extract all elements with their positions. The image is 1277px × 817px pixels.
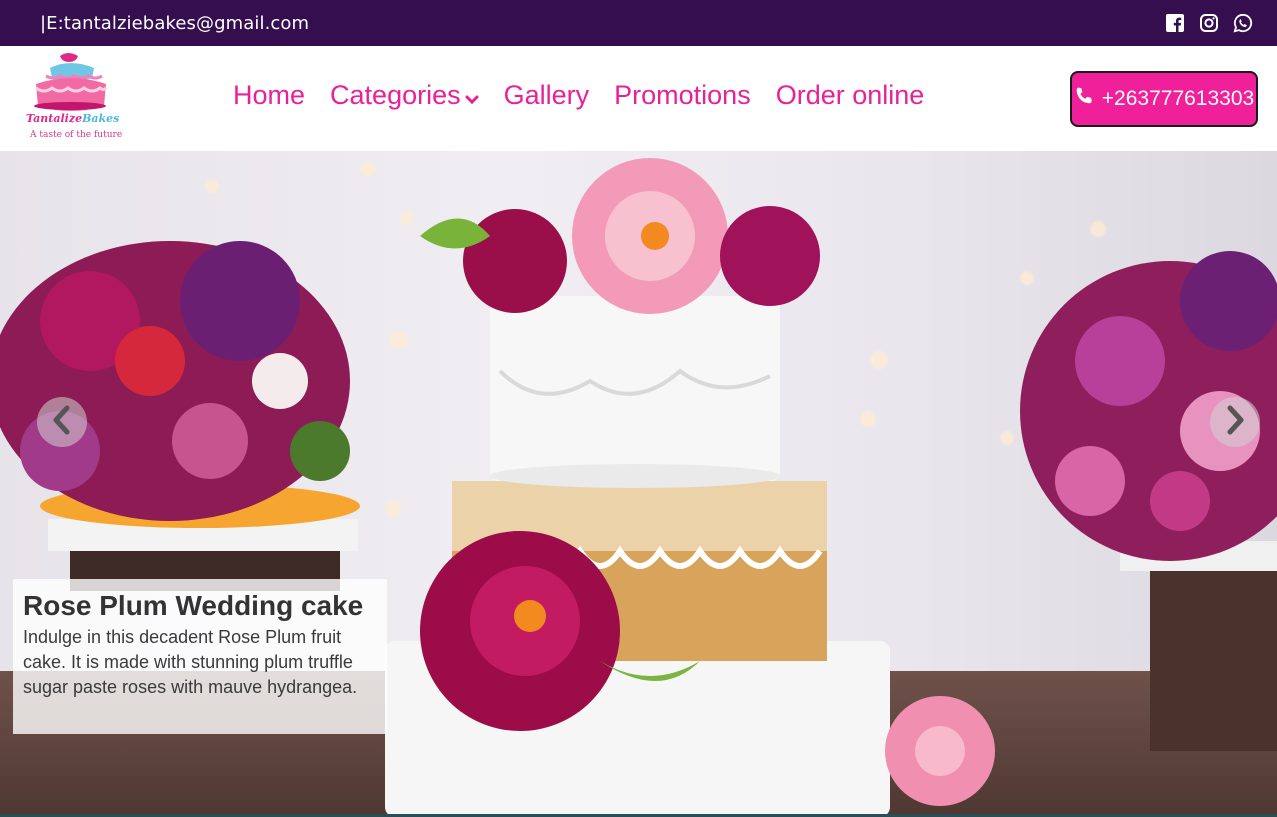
nav-gallery-label: Gallery bbox=[503, 80, 590, 110]
nav-home[interactable]: Home bbox=[233, 80, 305, 111]
site-logo[interactable]: TantalizeBakes A taste of the future bbox=[22, 48, 132, 146]
nav-categories[interactable]: Categories bbox=[330, 80, 479, 111]
instagram-icon[interactable] bbox=[1199, 13, 1219, 33]
main-nav: Home Categories Gallery Promotions Order… bbox=[233, 80, 949, 111]
phone-number: +263777613303 bbox=[1101, 87, 1255, 110]
logo-brand-part1: Tantalize bbox=[26, 112, 83, 125]
logo-brand-name: TantalizeBakes bbox=[26, 112, 119, 125]
logo-brand-part2: Bakes bbox=[82, 112, 120, 125]
chevron-down-icon bbox=[465, 95, 479, 105]
nav-promotions-label: Promotions bbox=[614, 80, 751, 110]
nav-home-label: Home bbox=[233, 80, 306, 110]
carousel-next-button[interactable] bbox=[1210, 397, 1260, 447]
site-header: TantalizeBakes A taste of the future Hom… bbox=[0, 46, 1277, 151]
logo-tagline: A taste of the future bbox=[30, 130, 123, 140]
facebook-icon[interactable] bbox=[1165, 13, 1185, 33]
whatsapp-icon[interactable] bbox=[1233, 13, 1253, 33]
hero-carousel: Rose Plum Wedding cake Indulge in this d… bbox=[0, 151, 1277, 817]
nav-gallery[interactable]: Gallery bbox=[504, 80, 590, 111]
slide-title: Rose Plum Wedding cake bbox=[23, 590, 364, 621]
nav-promotions[interactable]: Promotions bbox=[614, 80, 751, 111]
nav-categories-label: Categories bbox=[330, 80, 461, 110]
phone-call-button[interactable]: +263777613303 bbox=[1070, 71, 1258, 127]
nav-order-online[interactable]: Order online bbox=[776, 80, 925, 111]
top-bar: |E:tantalziebakes@gmail.com bbox=[0, 0, 1277, 46]
cake-logo-icon bbox=[34, 53, 108, 111]
social-links bbox=[1165, 13, 1253, 33]
chevron-left-icon bbox=[51, 405, 73, 439]
carousel-prev-button[interactable] bbox=[37, 397, 87, 447]
nav-order-online-label: Order online bbox=[775, 80, 925, 110]
slide-caption: Rose Plum Wedding cake Indulge in this d… bbox=[13, 579, 387, 734]
phone-icon bbox=[1074, 86, 1094, 112]
chevron-right-icon bbox=[1224, 405, 1246, 439]
slide-description: Indulge in this decadent Rose Plum fruit… bbox=[23, 627, 358, 697]
contact-email[interactable]: |E:tantalziebakes@gmail.com bbox=[40, 13, 309, 34]
